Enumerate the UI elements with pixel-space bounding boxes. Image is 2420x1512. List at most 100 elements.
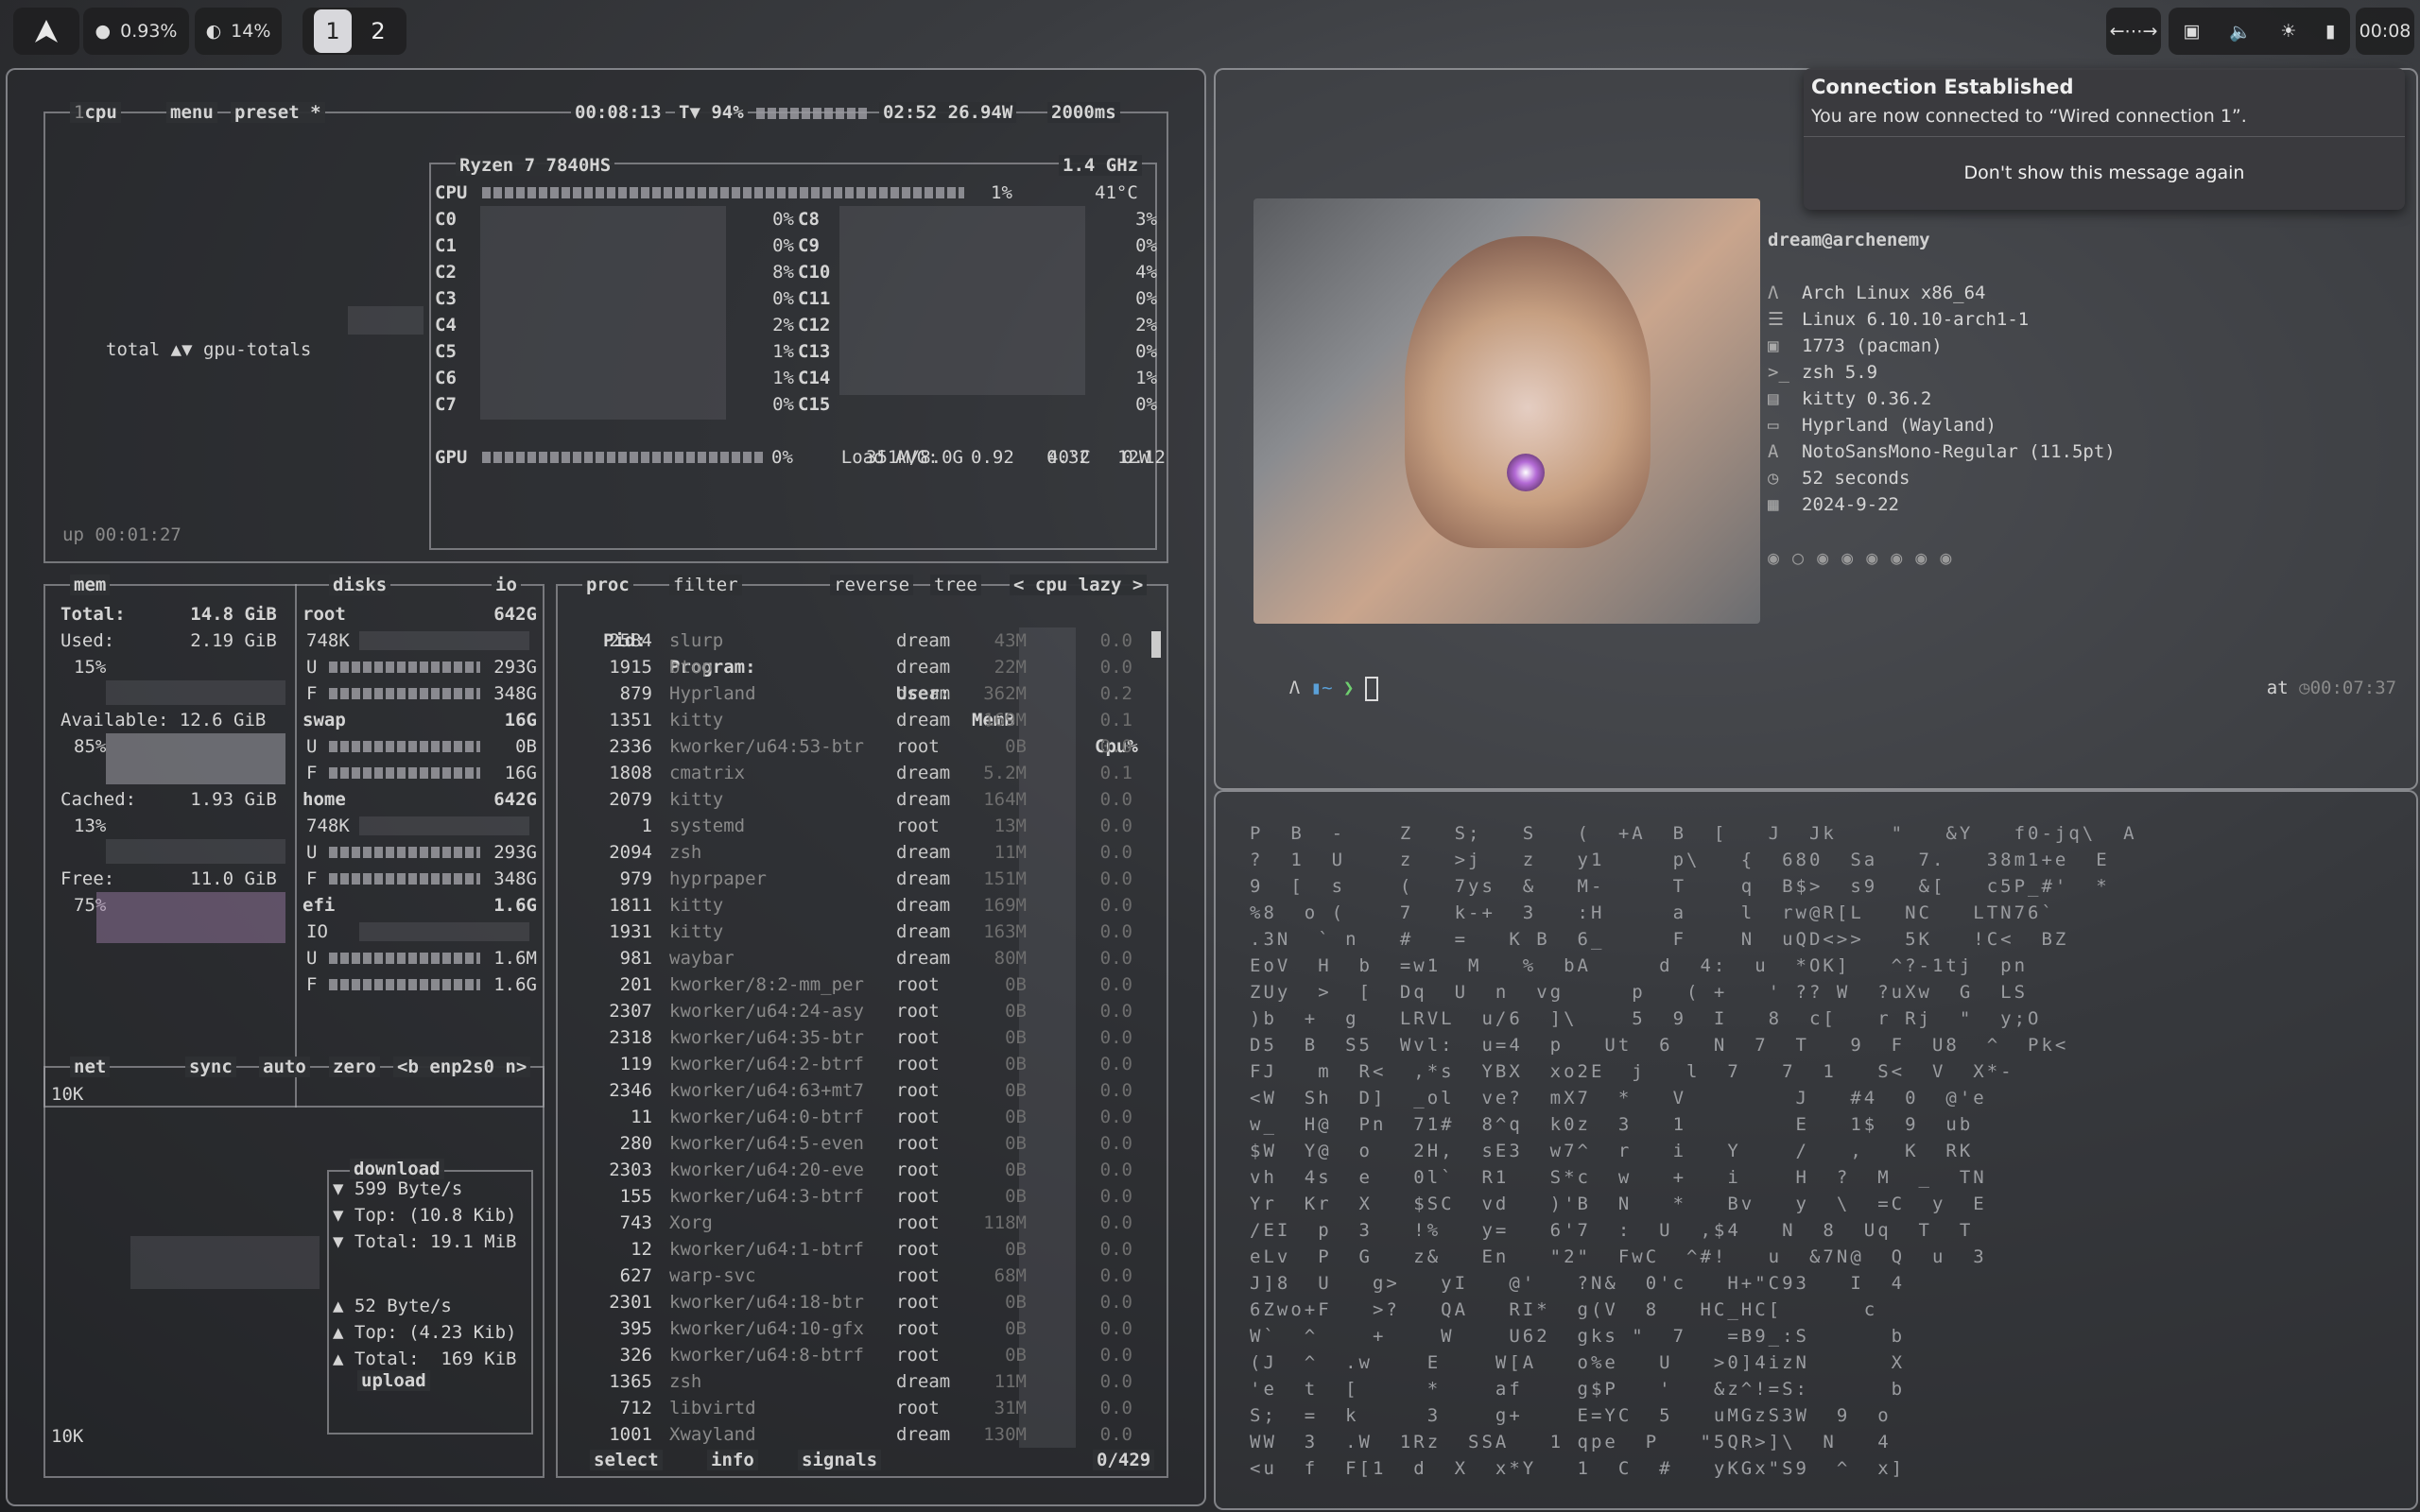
process-row[interactable]: 981 waybar dream 80M 0.0 [565, 945, 1161, 971]
preset-tab[interactable]: preset * [231, 102, 325, 123]
core-name: C8 [798, 209, 820, 230]
proc-info[interactable]: info [707, 1450, 758, 1470]
mem-title[interactable]: mem [70, 575, 111, 595]
proc-signals[interactable]: signals [798, 1450, 882, 1470]
proc-reverse[interactable]: reverse [830, 575, 914, 595]
process-row[interactable]: 2307 kworker/u64:24-asy root 0B 0.0 [565, 998, 1161, 1024]
process-row[interactable]: 2346 kworker/u64:63+mt7 root 0B 0.0 [565, 1077, 1161, 1104]
workspace-1[interactable]: 1 [314, 9, 352, 53]
process-row[interactable]: 2094 zsh dream 11M 0.0 [565, 839, 1161, 866]
process-row[interactable]: 1808 cmatrix dream 5.2M 0.1 [565, 760, 1161, 786]
disk-header: home 642G [302, 786, 543, 813]
process-row[interactable]: 2303 kworker/u64:20-eve root 0B 0.0 [565, 1157, 1161, 1183]
disks-title[interactable]: disks [329, 575, 391, 595]
cpu-tab[interactable]: 1cpu [70, 102, 121, 123]
cmatrix-window[interactable]: P B - Z S; S ( +A B [ J Jk " &Y f0-jq\ A… [1214, 790, 2418, 1510]
upload-top: ▲ Top: (4.23 Kib) [333, 1322, 517, 1343]
process-mem: 13M [994, 816, 1027, 836]
process-row[interactable]: 2318 kworker/u64:35-btr root 0B 0.0 [565, 1024, 1161, 1051]
process-user: root [896, 974, 940, 995]
io-toggle[interactable]: io [492, 575, 521, 595]
proc-select[interactable]: select [590, 1450, 663, 1470]
process-row[interactable]: 1365 zsh dream 11M 0.0 [565, 1368, 1161, 1395]
process-row[interactable]: 1351 kitty dream 169M 0.1 [565, 707, 1161, 733]
proc-title[interactable]: proc [582, 575, 633, 595]
process-mem: 362M [983, 683, 1027, 704]
process-row[interactable]: 1931 kitty dream 163M 0.0 [565, 919, 1161, 945]
cpu-widget[interactable]: ● 0.93% [83, 8, 189, 55]
process-row[interactable]: 1811 kitty dream 169M 0.0 [565, 892, 1161, 919]
process-row[interactable]: 1915 btop dream 22M 0.0 [565, 654, 1161, 680]
process-row[interactable]: 2079 kitty dream 164M 0.0 [565, 786, 1161, 813]
process-user: dream [896, 921, 951, 942]
process-row[interactable]: 1 systemd root 13M 0.0 [565, 813, 1161, 839]
net-title[interactable]: net [70, 1057, 111, 1077]
process-row[interactable]: 12 kworker/u64:1-btrf root 0B 0.0 [565, 1236, 1161, 1263]
process-row[interactable]: 2584 slurp dream 43M 0.0 [565, 627, 1161, 654]
process-mem: 22M [994, 657, 1027, 678]
matrix-rain: P B - Z S; S ( +A B [ J Jk " &Y f0-jq\ A… [1250, 820, 2137, 1482]
disk-free-row: F 348G [302, 866, 543, 892]
process-row[interactable]: 1001 Xwayland dream 130M 0.0 [565, 1421, 1161, 1448]
process-row[interactable]: 326 kworker/u64:8-btrf root 0B 0.0 [565, 1342, 1161, 1368]
process-row[interactable]: 879 Hyprland dream 362M 0.2 [565, 680, 1161, 707]
proc-tree[interactable]: tree [930, 575, 981, 595]
launcher-button[interactable] [13, 8, 79, 55]
process-pid: 1351 [609, 710, 652, 730]
shell-prompt[interactable]: Λ ▮~ ❯ [1246, 648, 1378, 728]
volume-icon[interactable]: 🔈 [2229, 21, 2252, 43]
btop-window[interactable]: 1cpu menu preset * 00:08:13 T▼ 94% 02:52… [6, 68, 1206, 1506]
disk-used-row: U 1.6M [302, 945, 543, 971]
process-cpu: 0.0 [1099, 1371, 1132, 1392]
process-user: root [896, 1318, 940, 1339]
process-mem: 0B [1005, 974, 1027, 995]
mem-cached-graph [106, 839, 285, 864]
ram-widget[interactable]: ◐ 14% [195, 8, 282, 55]
cpu-graph-toggle[interactable]: total ▲▼ gpu-totals [106, 336, 311, 363]
matrix-line: )b + g LRVL u/6 ]\ 5 9 I 8 c[ r Rj " y;O [1250, 1008, 2042, 1029]
brightness-icon[interactable]: ☀ [2280, 21, 2296, 42]
uptime-clock: 00:08:13 [571, 102, 666, 123]
workspace-2[interactable]: 2 [359, 9, 397, 53]
network-notification[interactable]: Connection Established You are now conne… [1804, 68, 2405, 210]
battery-status: T▼ 94% [675, 102, 748, 123]
process-row[interactable]: 155 kworker/u64:3-btrf root 0B 0.0 [565, 1183, 1161, 1210]
process-mem: 0B [1005, 736, 1027, 757]
process-user: root [896, 1001, 940, 1022]
process-row[interactable]: 119 kworker/u64:2-btrf root 0B 0.0 [565, 1051, 1161, 1077]
process-program: Xorg [669, 1212, 713, 1233]
update-interval[interactable]: 2000ms [1047, 102, 1120, 123]
process-row[interactable]: 627 warp-svc root 68M 0.0 [565, 1263, 1161, 1289]
process-row[interactable]: 395 kworker/u64:10-gfx root 0B 0.0 [565, 1315, 1161, 1342]
proc-scrollbar[interactable] [1151, 631, 1161, 658]
cpu-total-bar [482, 187, 964, 198]
process-row[interactable]: 201 kworker/8:2-mm_per root 0B 0.0 [565, 971, 1161, 998]
proc-filter[interactable]: filter [669, 575, 742, 595]
process-row[interactable]: 743 Xorg root 118M 0.0 [565, 1210, 1161, 1236]
menu-tab[interactable]: menu [166, 102, 217, 123]
process-row[interactable]: 11 kworker/u64:0-btrf root 0B 0.0 [565, 1104, 1161, 1130]
net-zero[interactable]: zero [329, 1057, 380, 1077]
network-arrows-button[interactable]: ←⋯→ [2106, 8, 2161, 55]
display-icon[interactable]: ▣ [2183, 21, 2200, 42]
process-row[interactable]: 712 libvirtd root 31M 0.0 [565, 1395, 1161, 1421]
net-interface[interactable]: <b enp2s0 n> [393, 1057, 531, 1077]
battery-icon[interactable]: ▮ [2325, 21, 2335, 42]
process-row[interactable]: 979 hyprpaper dream 151M 0.0 [565, 866, 1161, 892]
process-program: Xwayland [669, 1424, 756, 1445]
process-user: root [896, 1133, 940, 1154]
net-auto[interactable]: auto [259, 1057, 310, 1077]
process-program: kworker/u64:3-btrf [669, 1186, 864, 1207]
core-row: C10 4% [798, 259, 1157, 285]
process-row[interactable]: 280 kworker/u64:5-even root 0B 0.0 [565, 1130, 1161, 1157]
net-sync[interactable]: sync [185, 1057, 236, 1077]
disk-value: 1.6G [493, 974, 537, 995]
clock[interactable]: 00:08 [2356, 8, 2414, 55]
proc-sort[interactable]: < cpu lazy > [1010, 575, 1148, 595]
process-row[interactable]: 2301 kworker/u64:18-btr root 0B 0.0 [565, 1289, 1161, 1315]
process-row[interactable]: 2336 kworker/u64:53-btr root 0B 0.0 [565, 733, 1161, 760]
proc-header: Pid: Program: User: MemB Cpu% [603, 630, 1138, 757]
disk-io: 748K [302, 627, 543, 654]
dont-show-again-button[interactable]: Don't show this message again [1804, 163, 2405, 183]
disk-value: 348G [493, 683, 537, 704]
